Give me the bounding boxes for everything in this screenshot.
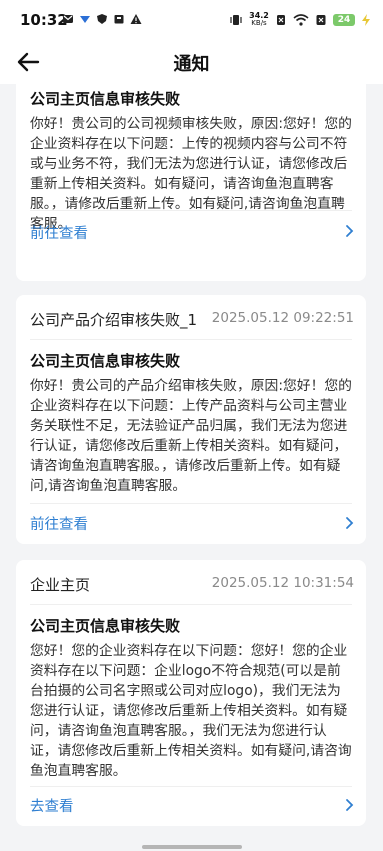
warning-icon (130, 14, 142, 24)
card-title: 公司主页信息审核失败 (30, 617, 181, 635)
card-header: 公司产品介绍审核失败_1 2025.05.12 09:22:51 (30, 309, 354, 331)
card-divider (30, 210, 352, 211)
card-divider (30, 604, 352, 605)
view-details-link[interactable]: 前往查看 (30, 222, 88, 243)
view-details-link[interactable]: 前往查看 (30, 513, 88, 534)
notification-card: 企业主页 2025.05.12 10:31:54 公司主页信息审核失败 您好！您… (16, 560, 366, 826)
signal-off-icon (316, 14, 326, 25)
net-speed: 34.2 KB/s (249, 12, 269, 27)
card-divider (30, 339, 352, 340)
card-divider (30, 503, 352, 504)
notification-icons (62, 13, 142, 25)
notification-card: 公司主页信息审核失败 你好！贵公司的公司视频审核失败，原因:您好！您的企业资料存… (16, 84, 366, 281)
box-icon (114, 15, 124, 24)
app-header: 通知 (0, 40, 383, 84)
view-details-link[interactable]: 去查看 (30, 795, 74, 816)
status-right-icons: 34.2 KB/s 24 (229, 12, 371, 27)
shield-icon (97, 14, 107, 24)
app-notification-icon (80, 16, 90, 23)
card-timestamp: 2025.05.12 10:31:54 (211, 575, 354, 591)
card-body: 你好！贵公司的产品介绍审核失败，原因:您好！您的企业资料存在以下问题：上传产品资… (30, 378, 352, 494)
chevron-right-icon[interactable] (342, 516, 356, 530)
card-type: 企业主页 (30, 576, 91, 594)
card-header: 企业主页 2025.05.12 10:31:54 (30, 574, 354, 596)
vibrate-icon (230, 14, 242, 25)
status-bar: 10:32 34.2 KB/s 24 (0, 0, 383, 40)
mail-icon (63, 15, 73, 23)
no-sim-icon (277, 14, 285, 25)
page-title: 通知 (173, 54, 210, 75)
battery-indicator: 24 (333, 13, 355, 26)
chevron-right-icon[interactable] (342, 798, 356, 812)
card-body: 您好！您的企业资料存在以下问题：您好！您的企业资料存在以下问题：企业logo不符… (30, 643, 352, 779)
card-type: 公司产品介绍审核失败_1 (30, 311, 198, 329)
chevron-right-icon[interactable] (342, 224, 356, 238)
notification-card: 公司产品介绍审核失败_1 2025.05.12 09:22:51 公司主页信息审… (16, 295, 366, 544)
notification-list[interactable]: 公司主页信息审核失败 你好！贵公司的公司视频审核失败，原因:您好！您的企业资料存… (0, 84, 383, 851)
status-time: 10:32 (20, 11, 68, 29)
charging-icon (362, 13, 370, 26)
card-divider (30, 786, 352, 787)
card-title: 公司主页信息审核失败 (30, 90, 181, 108)
net-speed-unit: KB/s (251, 19, 267, 27)
home-indicator[interactable] (142, 845, 242, 849)
card-title: 公司主页信息审核失败 (30, 352, 181, 370)
wifi-icon (293, 13, 309, 26)
card-timestamp: 2025.05.12 09:22:51 (211, 310, 354, 326)
card-body: 你好！贵公司的公司视频审核失败，原因:您好！您的企业资料存在以下问题：上传的视频… (30, 116, 352, 232)
